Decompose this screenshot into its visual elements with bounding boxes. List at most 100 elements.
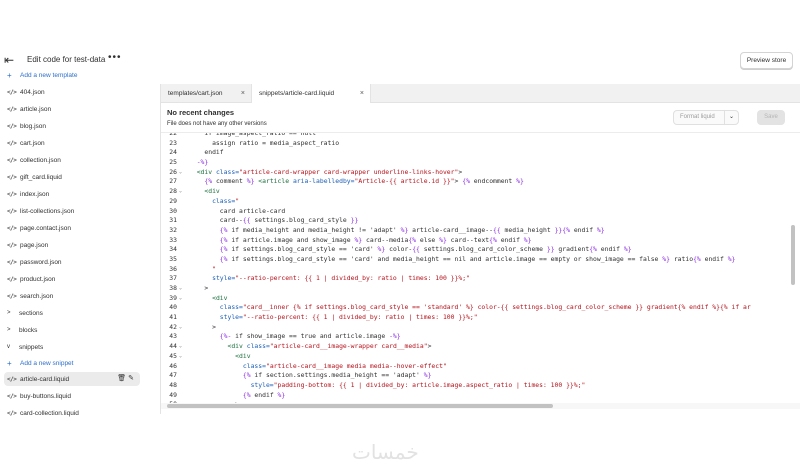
code-line[interactable]: 34 {% if settings.blog_card_style == 'ca… <box>161 245 800 255</box>
line-number: 46 <box>169 361 177 370</box>
tab-templates-cart[interactable]: templates/cart.json × <box>161 84 251 103</box>
fold-chevron-icon[interactable]: ⌄ <box>179 284 187 294</box>
code-line[interactable]: 37 style="--ratio-percent: {{ 1 | divide… <box>161 274 800 284</box>
code-line[interactable]: 47 {% if section.settings.media_height =… <box>161 371 800 381</box>
file-item[interactable]: </> cart.json <box>7 136 45 150</box>
code-line[interactable]: 30 card article-card <box>161 207 800 217</box>
file-item[interactable]: </> list-collections.json <box>7 204 74 218</box>
code-line[interactable]: 38 ⌄ > <box>161 284 800 294</box>
code-line[interactable]: 40 class="card__inner {% if settings.blo… <box>161 303 800 313</box>
code-lines: 22 if image_aspect_ratio == null 23 assig… <box>161 133 800 410</box>
file-item[interactable]: </> 404.json <box>7 85 45 99</box>
folder-snippets[interactable]: v snippets <box>7 340 43 354</box>
line-number: 31 <box>169 216 177 225</box>
file-item[interactable]: </> index.json <box>7 187 49 201</box>
code-text: {% endif %} <box>242 390 286 399</box>
code-file-icon: </> <box>7 156 17 164</box>
file-item[interactable]: </> page.contact.json <box>7 221 71 235</box>
code-line[interactable]: 22 if image_aspect_ratio == null <box>161 133 800 139</box>
version-info: No recent changes File does not have any… <box>167 108 267 127</box>
plus-icon: + <box>7 70 12 80</box>
code-line[interactable]: 44 ⌄ <div class="article-card__image-wrap… <box>161 342 800 352</box>
code-line[interactable]: 45 ⌄ <div <box>161 352 800 362</box>
tab-article-card[interactable]: snippets/article-card.liquid × <box>251 84 371 103</box>
fold-chevron-icon[interactable]: ⌄ <box>179 323 187 333</box>
code-area[interactable]: 22 if image_aspect_ratio == null 23 assig… <box>161 132 800 412</box>
line-number: 42 <box>169 322 177 331</box>
code-text: > <box>189 322 216 331</box>
fold-chevron-icon[interactable]: ⌄ <box>179 187 187 197</box>
file-item-active[interactable]: </> article-card.liquid 🗑 ✎ <box>4 372 140 386</box>
code-line[interactable]: 32 {% if media_height and media_height !… <box>161 226 800 236</box>
file-item[interactable]: </> blog.json <box>7 119 46 133</box>
file-item[interactable]: </> collection.json <box>7 153 61 167</box>
code-text: card article-card <box>189 206 286 215</box>
page-title: Edit code for test-data <box>27 55 106 64</box>
code-line[interactable]: 23 assign ratio = media_aspect_ratio <box>161 139 800 149</box>
fold-chevron-icon[interactable]: ⌄ <box>179 168 187 178</box>
code-line[interactable]: 26 ⌄ <div class="article-card-wrapper car… <box>161 168 800 178</box>
exit-icon[interactable]: ⇤ <box>4 53 18 67</box>
code-line[interactable]: 46 class="article-card__image media medi… <box>161 362 800 372</box>
code-line[interactable]: 28 ⌄ <div <box>161 187 800 197</box>
chevron-right-icon: > <box>7 327 11 333</box>
format-liquid-select[interactable]: Format liquid ⌄ <box>673 110 739 125</box>
rename-icon[interactable]: ✎ <box>128 375 134 382</box>
code-line[interactable]: 31 card--{{ settings.blog_card_style }} <box>161 216 800 226</box>
line-number: 47 <box>169 371 177 380</box>
fold-chevron-icon[interactable]: ⌄ <box>179 352 187 362</box>
code-text: style="--ratio-percent: {{ 1 | divided_b… <box>212 274 470 283</box>
code-file-icon: </> <box>7 258 17 266</box>
file-item[interactable]: </> article.json <box>7 102 51 116</box>
more-actions-button[interactable]: ••• <box>108 52 122 63</box>
code-vertical-scrollbar[interactable] <box>791 225 795 285</box>
close-icon[interactable]: × <box>241 84 245 103</box>
code-line[interactable]: 24 endif <box>161 148 800 158</box>
code-line[interactable]: 35 {% if settings.blog_card_style == 'ca… <box>161 255 800 265</box>
line-number: 29 <box>169 196 177 205</box>
file-item[interactable]: </> password.json <box>7 255 62 269</box>
folder-sections[interactable]: > sections <box>7 306 43 320</box>
file-item[interactable]: </> card-collection.liquid <box>7 406 79 420</box>
plus-icon: + <box>7 358 12 368</box>
fold-chevron-icon[interactable]: ⌄ <box>179 342 187 352</box>
file-item[interactable]: </> search.json <box>7 289 53 303</box>
add-snippet-link[interactable]: + Add a new snippet <box>7 356 73 370</box>
code-line[interactable]: 36 " <box>161 265 800 275</box>
code-line[interactable]: 27 {% comment %} <article aria-labelledb… <box>161 177 800 187</box>
code-line[interactable]: 49 {% endif %} <box>161 391 800 401</box>
code-file-icon: </> <box>7 292 17 300</box>
fold-chevron-icon[interactable]: ⌄ <box>179 294 187 304</box>
close-icon[interactable]: × <box>360 84 364 103</box>
add-template-link[interactable]: + Add a new template <box>7 70 77 82</box>
file-item[interactable]: </> product.json <box>7 272 55 286</box>
code-line[interactable]: 25 -%} <box>161 158 800 168</box>
chevron-down-icon[interactable]: ⌄ <box>724 111 738 124</box>
save-button[interactable]: Save <box>757 110 785 125</box>
code-line[interactable]: 39 ⌄ <div <box>161 294 800 304</box>
code-horizontal-scrollbar[interactable] <box>167 404 553 408</box>
code-line[interactable]: 42 ⌄ > <box>161 323 800 333</box>
code-line[interactable]: 33 {% if article.image and show_image %}… <box>161 236 800 246</box>
code-editor-panel: templates/cart.json × snippets/article-c… <box>160 84 800 414</box>
code-line[interactable]: 43 {%- if show_image == true and article… <box>161 332 800 342</box>
file-item[interactable]: </> page.json <box>7 238 48 252</box>
line-number: 41 <box>169 313 177 322</box>
code-line[interactable]: 29 class=" <box>161 197 800 207</box>
file-item[interactable]: </> gift_card.liquid <box>7 170 62 184</box>
file-item[interactable]: </> buy-buttons.liquid <box>7 389 71 403</box>
version-subtitle: File does not have any other versions <box>167 121 267 127</box>
preview-store-button[interactable]: Preview store <box>740 52 793 69</box>
delete-icon[interactable]: 🗑 <box>117 375 126 382</box>
line-number: 38 <box>169 284 177 292</box>
code-file-icon: </> <box>7 275 17 283</box>
code-line[interactable]: 48 style="padding-bottom: {{ 1 | divided… <box>161 381 800 391</box>
line-number: 27 <box>169 177 177 186</box>
line-number: 40 <box>169 303 177 312</box>
code-text: {% if settings.blog_card_style == 'card'… <box>219 254 736 263</box>
line-number: 39 <box>169 293 177 302</box>
folder-blocks[interactable]: > blocks <box>7 323 37 337</box>
line-number: 44 <box>169 342 177 351</box>
code-line[interactable]: 41 style="--ratio-percent: {{ 1 | divide… <box>161 313 800 323</box>
line-number: 37 <box>169 274 177 283</box>
